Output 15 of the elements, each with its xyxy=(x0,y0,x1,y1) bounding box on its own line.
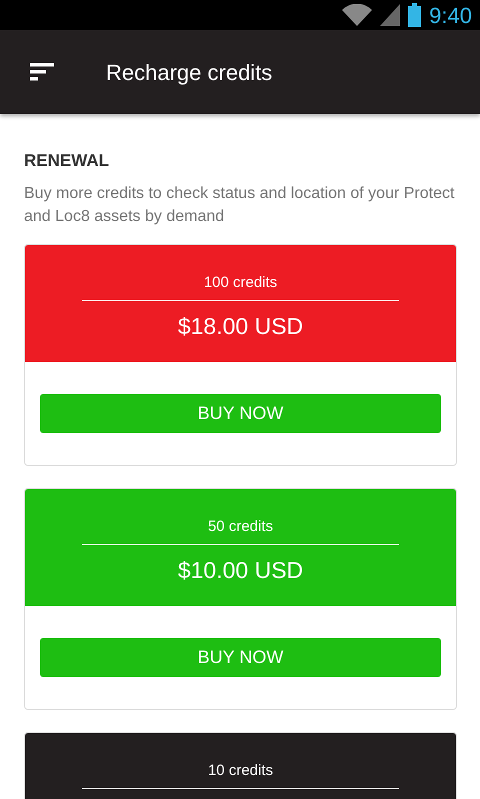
package-price: $10.00 USD xyxy=(178,556,304,585)
buy-now-button[interactable]: BUY NOW xyxy=(40,638,441,676)
clock-time: 9:40 xyxy=(429,2,472,30)
credits-amount: 50 credits xyxy=(208,516,274,536)
credits-amount: 10 credits xyxy=(208,760,274,780)
menu-icon[interactable] xyxy=(30,63,54,81)
section-description: Buy more credits to check status and location of your Protect and Loc8 assets by demand xyxy=(24,184,456,226)
signal-icon xyxy=(380,4,400,26)
credits-amount: 100 credits xyxy=(204,272,278,292)
buy-now-button[interactable]: BUY NOW xyxy=(40,394,441,432)
section-heading: RENEWAL xyxy=(24,150,110,172)
battery-icon xyxy=(408,3,422,27)
screen-title: Recharge credits xyxy=(106,58,272,87)
package-price: $18.00 USD xyxy=(178,312,304,341)
wifi-icon xyxy=(342,4,372,26)
